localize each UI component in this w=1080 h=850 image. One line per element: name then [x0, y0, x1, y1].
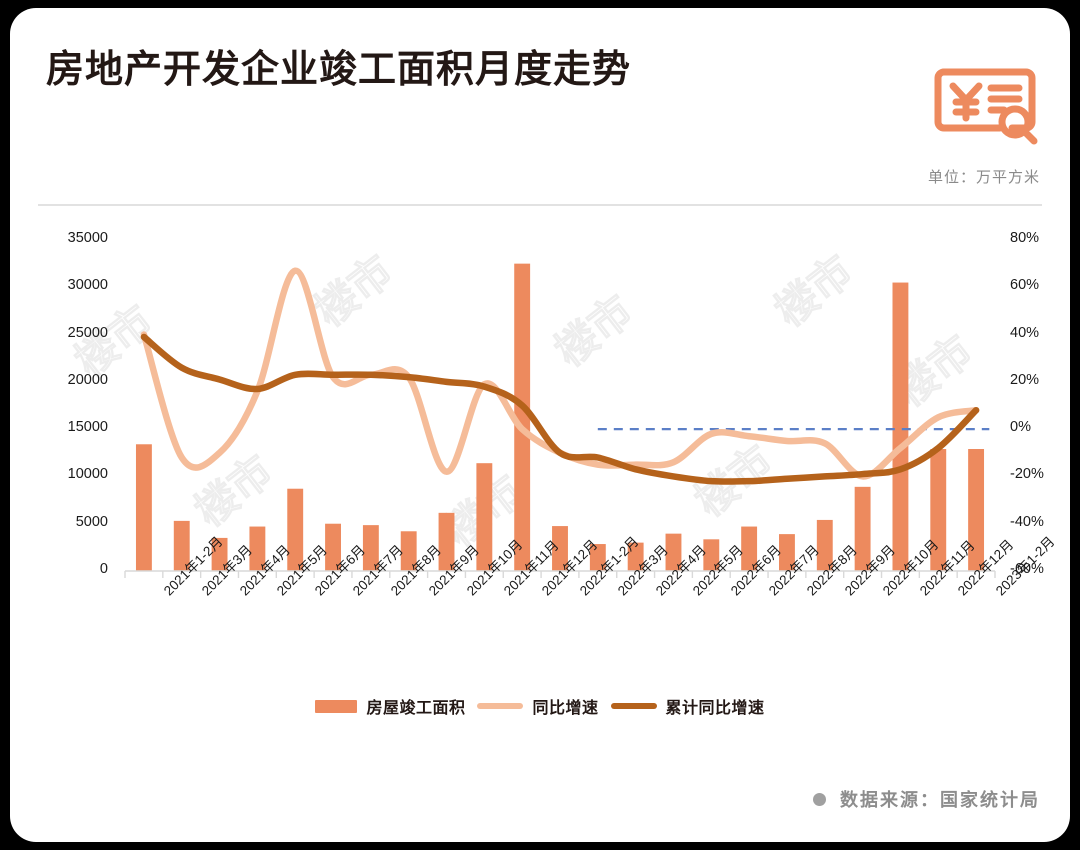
y-axis-left-tick: 30000 — [67, 277, 108, 294]
y-axis-left-tick: 35000 — [67, 230, 108, 246]
legend-item[interactable]: 同比增速 — [477, 694, 598, 718]
legend-bar-swatch — [315, 699, 358, 713]
bar — [135, 444, 152, 571]
y-axis-right-tick: -40% — [1010, 513, 1044, 530]
legend-item[interactable]: 累计同比增速 — [610, 694, 765, 718]
data-source-label: 数据来源：国家统计局 — [840, 790, 1040, 810]
chart-card: 楼市 楼市 楼市 楼市 楼市 楼市 楼市 楼市 房地产开发企业竣工面积月度走势 … — [10, 8, 1070, 842]
chart-plot-area: 0 5000 10000 15000 20000 25000 30000 35000 -60%… — [10, 204, 1070, 744]
y-axis-right-tick: 40% — [1010, 324, 1040, 341]
yen-document-search-logo — [930, 50, 1040, 150]
y-axis-left-tick: 20000 — [67, 371, 108, 388]
y-axis-right-tick: -20% — [1010, 466, 1044, 483]
unit-label: 单位：万平方米 — [927, 169, 1040, 186]
y-axis-left-tick: 5000 — [75, 513, 108, 530]
legend-line-swatch — [610, 703, 657, 709]
chart-legend: 房屋竣工面积 同比增速 累计同比增速 — [10, 694, 1070, 718]
y-axis-right-tick: 20% — [1010, 371, 1040, 388]
footer: 数据来源：国家统计局 — [813, 786, 1040, 812]
bar-series — [135, 263, 985, 571]
y-axis-right-tick: 0% — [1010, 419, 1031, 436]
y-axis-left-tick: 25000 — [67, 324, 108, 341]
bar — [287, 488, 304, 571]
y-axis-left-tick: 10000 — [67, 466, 108, 483]
page-title: 房地产开发企业竣工面积月度走势 — [46, 49, 632, 91]
legend-label: 同比增速 — [532, 700, 599, 717]
y-axis-right-tick: 60% — [1010, 277, 1040, 294]
y-axis-left-tick: 15000 — [67, 419, 108, 436]
chart-svg — [124, 263, 996, 578]
card-header: 房地产开发企业竣工面积月度走势 单位：万平方米 — [10, 8, 1070, 206]
legend-line-swatch — [477, 703, 524, 709]
bar — [854, 486, 871, 571]
y-axis-left-tick: 0 — [99, 561, 108, 577]
bullet-icon — [813, 792, 826, 806]
legend-label: 累计同比增速 — [665, 700, 765, 717]
bar — [892, 282, 909, 571]
legend-item[interactable]: 房屋竣工面积 — [315, 694, 465, 718]
legend-label: 房屋竣工面积 — [366, 700, 466, 717]
line-series-yoy — [140, 267, 980, 480]
y-axis-right-tick: 80% — [1010, 230, 1040, 246]
